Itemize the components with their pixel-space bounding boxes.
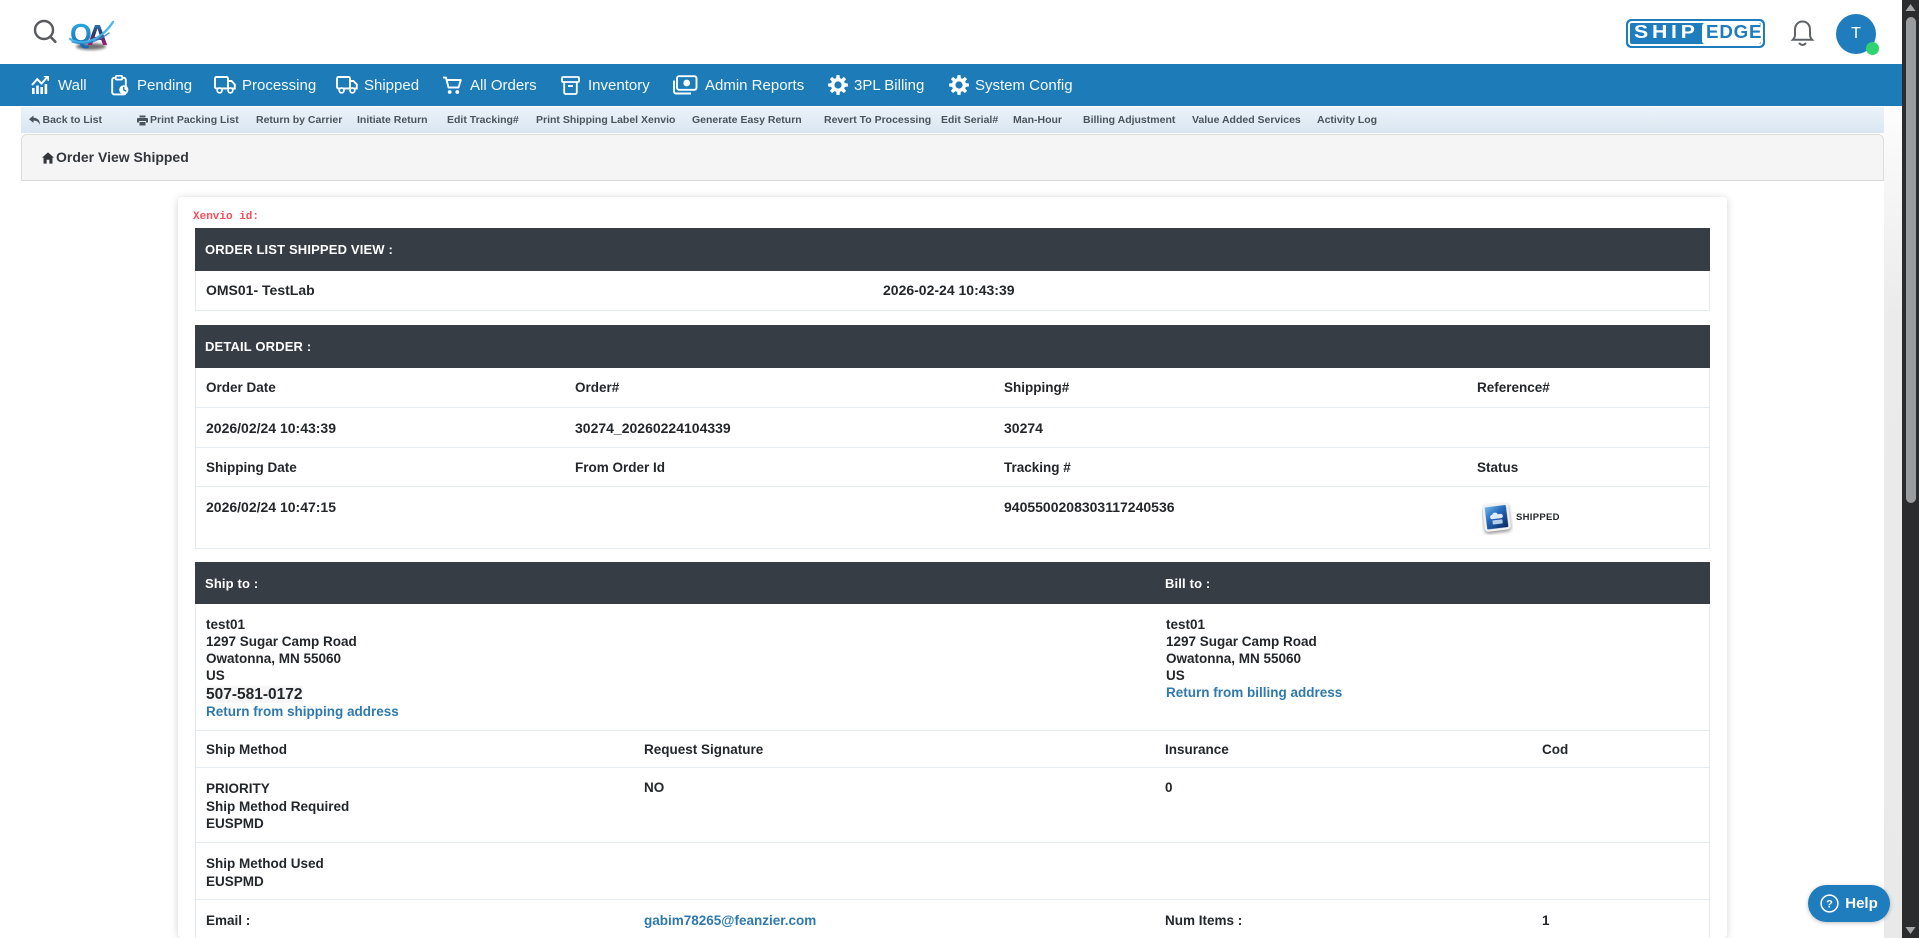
svg-text:?: ?: [1826, 898, 1833, 910]
